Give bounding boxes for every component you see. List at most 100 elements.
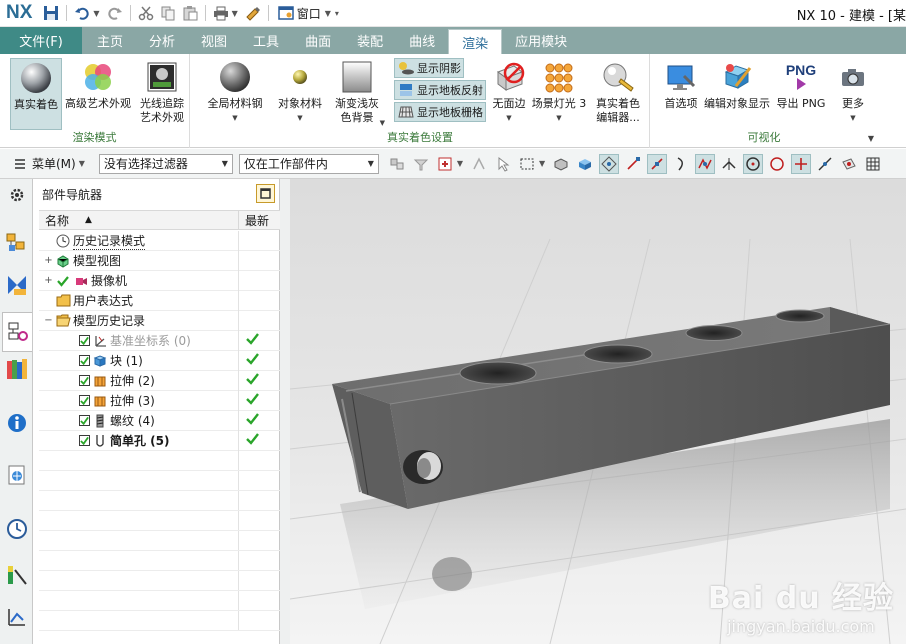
tree-node-history-mode[interactable]: 历史记录模式 <box>39 230 280 251</box>
tab-applications[interactable]: 应用模块 <box>502 27 580 54</box>
select-face-icon[interactable] <box>575 154 595 174</box>
global-material-dropdown-icon[interactable]: ▼ <box>232 111 237 125</box>
tab-surface[interactable]: 曲面 <box>292 27 344 54</box>
tab-assembly[interactable]: 装配 <box>344 27 396 54</box>
repeat-command-icon[interactable] <box>244 4 262 22</box>
scene-lighting-button[interactable]: 场景灯光 3 ▼ <box>531 58 587 125</box>
show-shadow-toggle[interactable]: 显示阴影 <box>394 58 464 78</box>
tab-tools[interactable]: 工具 <box>240 27 292 54</box>
mid-point-icon[interactable] <box>647 153 668 174</box>
undo-icon[interactable] <box>73 4 91 22</box>
tree-node-user-expressions[interactable]: 用户表达式 <box>39 290 280 311</box>
web-browser-icon[interactable] <box>5 463 29 487</box>
no-face-edges-button[interactable]: 无面边 ▼ <box>489 58 529 125</box>
redo-icon[interactable] <box>106 4 124 22</box>
tree-node-cameras[interactable]: + 摄像机 <box>39 270 280 291</box>
preferences-button[interactable]: 首选项 <box>659 58 703 111</box>
reuse-library-icon[interactable] <box>5 357 29 381</box>
panel-splitter[interactable] <box>280 179 290 644</box>
info-icon[interactable] <box>5 411 29 435</box>
print-dropdown-icon[interactable]: ▼ <box>232 9 238 18</box>
rectangle-select-dropdown-icon[interactable]: ▼ <box>539 159 545 168</box>
gradient-background-button[interactable]: 渐变浅灰 色背景 ▼ <box>331 58 385 127</box>
global-material-button[interactable]: 全局材料钢 ▼ <box>205 58 265 125</box>
pointer-snap-icon[interactable] <box>493 154 513 174</box>
window-menu[interactable]: 窗口 ▼ ▾ <box>275 4 343 22</box>
type-filter-select[interactable]: 没有选择过滤器 ▼ <box>98 153 233 174</box>
tab-home[interactable]: 主页 <box>84 27 136 54</box>
true-shading-editor-button[interactable]: 真实着色 编辑器... <box>591 58 645 125</box>
assembly-select-icon[interactable] <box>387 154 407 174</box>
collapse-icon[interactable]: − <box>44 315 53 326</box>
tree-node-extrude-2[interactable]: 拉伸 (2) <box>39 370 280 391</box>
tree-node-thread[interactable]: 螺纹 (4) <box>39 410 280 431</box>
select-body-icon[interactable] <box>551 154 571 174</box>
feature-select-icon[interactable] <box>435 154 455 174</box>
undo-dropdown-icon[interactable]: ▼ <box>93 9 99 18</box>
paste-icon[interactable] <box>181 4 199 22</box>
visibility-checkbox[interactable] <box>79 395 90 406</box>
visibility-checkbox[interactable] <box>79 415 90 426</box>
visibility-checkbox[interactable] <box>79 435 90 446</box>
cut-icon[interactable] <box>137 4 155 22</box>
export-png-button[interactable]: PNG 导出 PNG <box>773 58 829 111</box>
assembly-navigator-icon[interactable] <box>5 231 29 255</box>
arc-center-icon[interactable] <box>719 154 739 174</box>
show-floor-grid-toggle[interactable]: 显示地板栅格 <box>394 102 486 122</box>
tree-node-simple-hole[interactable]: 简单孔 (5) <box>39 430 280 451</box>
more-button[interactable]: 更多 ▼ <box>835 58 871 125</box>
rectangle-select-icon[interactable] <box>517 154 537 174</box>
tab-render[interactable]: 渲染 <box>448 29 503 54</box>
copy-icon[interactable] <box>159 4 177 22</box>
feature-select-dropdown-icon[interactable]: ▼ <box>457 159 463 168</box>
advanced-art-appearance-button[interactable]: 高级艺术外观 <box>64 58 132 111</box>
more-dropdown-icon[interactable]: ▼ <box>850 111 855 125</box>
tab-curve[interactable]: 曲线 <box>396 27 448 54</box>
true-shading-button[interactable]: 真实着色 <box>10 58 62 130</box>
no-face-edges-dropdown-icon[interactable]: ▼ <box>506 111 511 125</box>
point-on-curve-icon[interactable] <box>815 154 835 174</box>
circle-center-icon[interactable] <box>743 153 764 174</box>
gear-icon[interactable] <box>5 183 29 207</box>
snap-points-icon[interactable] <box>599 153 620 174</box>
existing-point-icon[interactable] <box>791 153 812 174</box>
object-material-button[interactable]: 对象材料 ▼ <box>273 58 327 125</box>
visibility-checkbox[interactable] <box>79 335 90 346</box>
scene-lighting-dropdown-icon[interactable]: ▼ <box>556 111 561 125</box>
file-tab[interactable]: 文件(F) <box>0 27 82 54</box>
tab-analysis[interactable]: 分析 <box>136 27 188 54</box>
tree-node-model-history[interactable]: − 模型历史记录 <box>39 310 280 331</box>
system-materials-icon[interactable] <box>5 563 29 587</box>
process-studio-icon[interactable] <box>5 605 29 629</box>
column-latest-header[interactable]: 最新 <box>239 211 280 229</box>
selection-scope-select[interactable]: 仅在工作部件内 ▼ <box>238 153 379 174</box>
raytrace-art-appearance-button[interactable]: 光线追踪 艺术外观 <box>136 58 188 125</box>
end-point-icon[interactable] <box>623 154 643 174</box>
assembly-filter-icon[interactable] <box>411 154 431 174</box>
column-name-header[interactable]: 名称 ▲ <box>39 211 239 229</box>
print-icon[interactable] <box>212 4 230 22</box>
graphics-window[interactable]: Bai du 经验 jingyan.baidu.com <box>290 179 906 644</box>
edit-object-display-button[interactable]: 编辑对象显示 <box>703 58 771 111</box>
part-navigator-icon[interactable] <box>2 312 32 352</box>
maximize-panel-button[interactable] <box>256 184 275 203</box>
quadrant-point-icon[interactable] <box>767 154 787 174</box>
show-floor-reflection-toggle[interactable]: 显示地板反射 <box>394 80 486 100</box>
visibility-checkbox[interactable] <box>79 355 90 366</box>
grid-snap-icon[interactable] <box>863 154 883 174</box>
menu-button[interactable]: 菜单(M) ▼ <box>0 154 95 174</box>
visibility-checkbox[interactable] <box>79 375 90 386</box>
customize-quick-access-icon[interactable]: ▾ <box>335 9 339 18</box>
tree-node-extrude-3[interactable]: 拉伸 (3) <box>39 390 280 411</box>
control-point-icon[interactable] <box>671 154 691 174</box>
point-on-face-icon[interactable] <box>839 154 859 174</box>
expand-icon[interactable]: + <box>44 255 53 266</box>
tree-node-model-views[interactable]: + 模型视图 <box>39 250 280 271</box>
save-icon[interactable] <box>42 4 60 22</box>
expand-icon[interactable]: + <box>44 275 53 286</box>
ribbon-options-icon[interactable]: ▼ <box>868 134 874 143</box>
tree-node-block[interactable]: 块 (1) <box>39 350 280 371</box>
constraint-navigator-icon[interactable] <box>5 273 29 297</box>
tab-view[interactable]: 视图 <box>188 27 240 54</box>
tree-node-datum-csys[interactable]: 基准坐标系 (0) <box>39 330 280 351</box>
